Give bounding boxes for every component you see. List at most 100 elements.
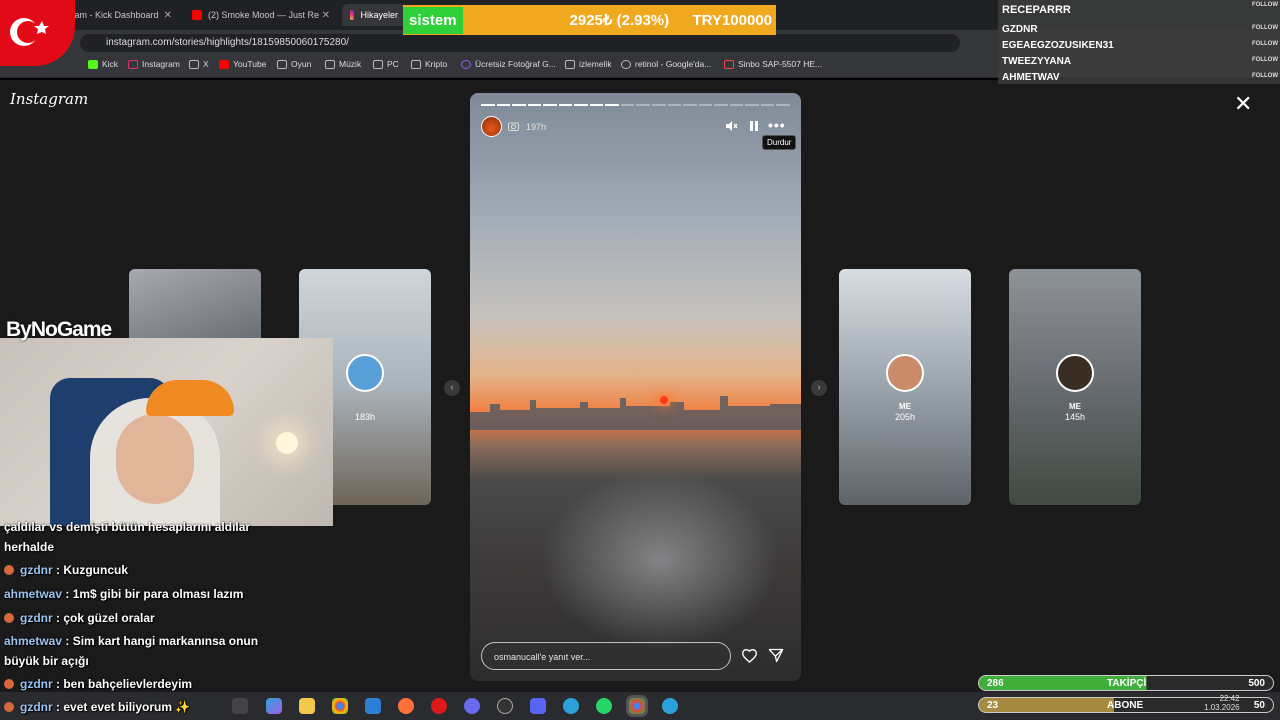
bookmark-x[interactable]: X <box>189 59 209 69</box>
progress-segment <box>620 104 635 106</box>
shop-icon <box>724 59 734 69</box>
progress-segment <box>745 104 759 106</box>
obs-icon[interactable] <box>497 698 513 714</box>
pause-icon[interactable] <box>749 120 759 132</box>
app-icon[interactable] <box>464 698 480 714</box>
bookmark-kripto[interactable]: Kripto <box>411 59 447 69</box>
progress-segment <box>527 104 542 106</box>
chrome-active-icon[interactable] <box>629 698 645 714</box>
follower-name: GZDNR <box>1002 24 1038 35</box>
bookmark-oyun[interactable]: Oyun <box>277 59 311 69</box>
x-icon <box>189 59 199 69</box>
chat-message: herhalde <box>4 540 55 554</box>
progress-segment <box>698 104 713 106</box>
photo-icon <box>461 59 471 69</box>
progress-segment <box>667 104 682 106</box>
progress-segment <box>776 104 790 106</box>
chat-message: ahmetwav : Sim kart hangi markanınsa onu… <box>4 634 259 648</box>
mail-icon[interactable] <box>365 698 381 714</box>
progress-segment <box>543 104 557 106</box>
story-thumbnail[interactable]: ME 205h <box>839 269 971 505</box>
ticker-goal: TRY100000 <box>692 11 773 29</box>
follower-goal-bar: 286 TAKİPÇİ 500 <box>978 675 1274 691</box>
whatsapp-icon[interactable] <box>596 698 612 714</box>
share-icon[interactable] <box>768 648 784 663</box>
url-bar[interactable]: instagram.com/stories/highlights/1815985… <box>80 34 960 52</box>
file-explorer-icon[interactable] <box>299 698 315 714</box>
bookmark-youtube[interactable]: YouTube <box>219 59 266 69</box>
chat-message: gzdnr : çok güzel oralar <box>4 611 155 625</box>
follower-name: AHMETWAV <box>1002 72 1060 83</box>
folder-icon <box>565 59 575 69</box>
streamer-face <box>116 414 194 504</box>
bookmark-retinol[interactable]: retinol - Google'da... <box>621 59 711 69</box>
clock[interactable]: 22:42 1.03.2026 <box>1204 694 1240 712</box>
camera-icon <box>508 122 519 131</box>
progress-segment <box>605 104 619 106</box>
sponsor-logo: ByNoGame <box>6 318 112 341</box>
bookmark-foto[interactable]: Ücretsiz Fotoğraf G... <box>461 59 556 69</box>
follow-badge: FOLLOW <box>1252 2 1278 8</box>
smoke <box>540 470 780 650</box>
reply-input[interactable]: osmanucall'e yanıt ver... <box>481 642 731 670</box>
sparkles-icon: ✨ <box>175 700 191 714</box>
task-view-icon[interactable] <box>232 698 248 714</box>
user-badge-icon <box>4 679 14 689</box>
user-badge-icon <box>4 702 14 712</box>
tooltip: Durdur <box>762 135 797 150</box>
story-time: 205h <box>894 412 916 422</box>
mute-icon[interactable] <box>725 120 738 132</box>
user-badge-icon <box>4 565 14 575</box>
discord-icon[interactable] <box>530 698 546 714</box>
donation-ticker: sistem 2925₺ (2.93%) TRY100000 <box>403 5 776 35</box>
bookmark-kick[interactable]: Kick <box>88 59 118 69</box>
user-badge-icon <box>4 613 14 623</box>
avatar <box>886 354 924 392</box>
next-story-button[interactable]: › <box>811 380 827 396</box>
chrome-icon[interactable] <box>332 698 348 714</box>
close-icon[interactable]: ✕ <box>1234 93 1252 115</box>
bookmark-pc[interactable]: PC <box>373 59 399 69</box>
city-skyline <box>470 396 801 430</box>
opera-icon[interactable] <box>431 698 447 714</box>
tab-youtube[interactable]: (2) Smoke Mood — Just Re ✕ <box>184 4 338 26</box>
google-icon <box>621 59 631 69</box>
avatar[interactable] <box>481 116 502 137</box>
close-icon[interactable]: ✕ <box>322 10 330 21</box>
progress-segment <box>558 104 573 106</box>
story-thumbnail[interactable]: ME 145h <box>1009 269 1141 505</box>
follow-badge: FOLLOW <box>1252 57 1278 63</box>
progress-segment <box>760 104 775 106</box>
tab-label: (2) Smoke Mood — Just Re <box>208 10 320 20</box>
sun <box>660 396 668 404</box>
chat-message: çaldılar vs demişti bütün hesaplarını al… <box>4 520 251 534</box>
chat-message: gzdnr : evet evet biliyorum ✨ <box>4 700 190 714</box>
progress-segment <box>683 104 697 106</box>
chat-message: gzdnr : Kuzguncuk <box>4 563 128 577</box>
progress-segment <box>636 104 651 106</box>
prev-story-button[interactable]: ‹ <box>444 380 460 396</box>
progress-segment <box>729 104 744 106</box>
close-icon[interactable]: ✕ <box>164 10 172 21</box>
instagram-logo[interactable]: Instagram <box>10 90 88 108</box>
heart-icon[interactable] <box>741 648 758 663</box>
bookmark-sinbo[interactable]: Sinbo SAP-5507 HE... <box>724 59 822 69</box>
more-options-icon[interactable]: ••• <box>768 117 786 133</box>
chat-message: ahmetwav : 1m$ gibi bir para olması lazı… <box>4 587 244 601</box>
tab-label: Hikayeler <box>360 10 398 20</box>
youtube-icon <box>219 59 229 69</box>
telegram-icon[interactable] <box>563 698 579 714</box>
follow-badge: FOLLOW <box>1252 41 1278 47</box>
copilot-icon[interactable] <box>266 698 282 714</box>
firefox-icon[interactable] <box>398 698 414 714</box>
bookmark-instagram[interactable]: Instagram <box>128 59 180 69</box>
bookmark-izlemelik[interactable]: izlemelik <box>565 59 612 69</box>
progress-segment <box>512 104 526 106</box>
tab-instagram[interactable]: Hikayeler <box>342 4 406 26</box>
progress-segment <box>574 104 588 106</box>
telegram-icon[interactable] <box>662 698 678 714</box>
story-progress <box>481 104 790 107</box>
ticker-value: 2925₺ (2.93%) <box>569 12 670 29</box>
bookmark-muzik[interactable]: Müzik <box>325 59 361 69</box>
chat-message: büyük bir açığı <box>4 654 89 668</box>
